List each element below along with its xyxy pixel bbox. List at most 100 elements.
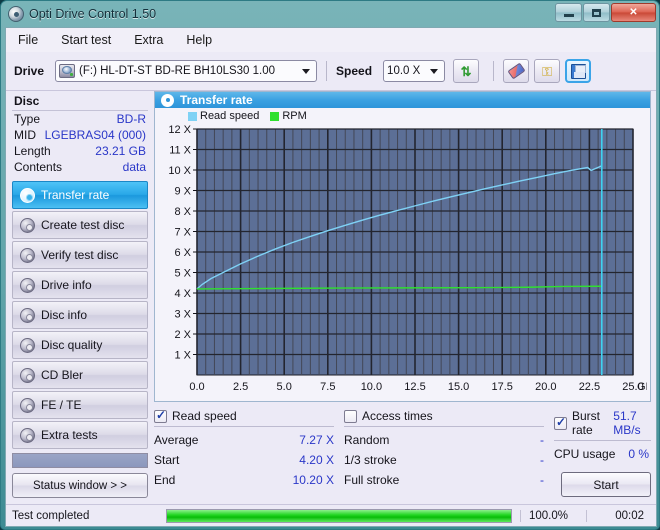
- speed-select[interactable]: 10.0 X: [383, 60, 446, 82]
- plot-area[interactable]: 1 X 2 X 3 X 4 X 5 X 6 X 7 X 8 X 9 X 10 X 11 X 12 X 0…: [155, 123, 650, 401]
- minimize-button[interactable]: [555, 3, 582, 22]
- sidebar-item-label: Extra tests: [41, 428, 98, 442]
- progress-fill: [167, 509, 511, 522]
- disc-type-value: BD-R: [116, 112, 146, 126]
- results-col-read-speed: Read speed Average 7.27 X Start 4.20 X E…: [154, 408, 334, 504]
- result-row-cpu-usage: CPU usage 0 %: [554, 444, 651, 464]
- menu-item-extra[interactable]: Extra: [131, 31, 166, 49]
- results-panel: Read speed Average 7.27 X Start 4.20 X E…: [154, 407, 651, 504]
- access-times-checkbox[interactable]: [344, 409, 357, 423]
- burst-rate-checkbox[interactable]: [554, 415, 567, 430]
- third-stroke-value: -: [540, 453, 544, 467]
- random-label: Random: [344, 433, 390, 447]
- sidebar-item-label: CD Bler: [41, 368, 84, 382]
- disc-contents-value: data: [122, 160, 146, 174]
- full-stroke-value: -: [540, 473, 544, 487]
- chart-title: Transfer rate: [180, 93, 253, 107]
- transfer-rate-plot[interactable]: 1 X 2 X 3 X 4 X 5 X 6 X 7 X 8 X 9 X 10 X 11 X 12 X 0…: [155, 123, 647, 401]
- legend-swatch-read-speed: [188, 111, 197, 121]
- svg-text:10 X: 10 X: [168, 165, 191, 177]
- disc-row-contents: Contents data: [12, 159, 148, 175]
- minimize-icon: [563, 14, 574, 17]
- sidebar-item-fe-te[interactable]: FE / TE: [12, 391, 148, 419]
- disc-row-mid: MID LGEBRAS04 (000): [12, 127, 148, 143]
- sidebar-item-label: Drive info: [41, 278, 92, 292]
- menu-item-start-test[interactable]: Start test: [58, 31, 114, 49]
- disc-icon: [20, 427, 35, 443]
- settings-button[interactable]: ⚿: [534, 59, 561, 83]
- refresh-icon: ⇅: [460, 63, 472, 79]
- client-area: File Start test Extra Help Drive (F:) HL…: [5, 27, 657, 527]
- results-col-burst-rate: Burst rate 51.7 MB/s CPU usage 0 % Start: [554, 409, 651, 504]
- svg-text:0.0: 0.0: [189, 381, 204, 393]
- result-row-average: Average 7.27 X: [154, 430, 334, 450]
- menu-item-help[interactable]: Help: [183, 31, 215, 49]
- result-row-end: End 10.20 X: [154, 470, 334, 490]
- result-row-random: Random -: [344, 430, 544, 450]
- svg-text:7 X: 7 X: [174, 227, 191, 239]
- left-panel: Disc Type BD-R MID LGEBRAS04 (000) Lengt…: [6, 91, 152, 504]
- status-window-button[interactable]: Status window > >: [12, 473, 148, 498]
- key-icon: ⚿: [542, 63, 552, 79]
- refresh-button[interactable]: ⇅: [453, 59, 480, 83]
- average-label: Average: [154, 433, 199, 447]
- sidebar-item-cd-bler[interactable]: CD Bler: [12, 361, 148, 389]
- start-label: Start: [154, 453, 180, 467]
- disc-icon: [20, 217, 35, 233]
- disc-length-label: Length: [14, 144, 51, 158]
- sidebar-item-label: Disc info: [41, 308, 88, 322]
- elapsed-time: 00:02: [586, 509, 656, 522]
- sidebar-item-extra-tests[interactable]: Extra tests: [12, 421, 148, 449]
- disc-icon: [161, 93, 174, 107]
- svg-text:2 X: 2 X: [174, 329, 191, 341]
- sidebar-item-label: Transfer rate: [41, 188, 110, 202]
- disc-icon: [20, 247, 35, 263]
- svg-text:17.5: 17.5: [491, 381, 512, 393]
- disc-icon: [20, 367, 35, 383]
- sidebar-item-disc-quality[interactable]: Disc quality: [12, 331, 148, 359]
- svg-text:2.5: 2.5: [233, 381, 248, 393]
- chart-legend: Read speed RPM: [155, 108, 650, 123]
- burst-rate-value: 51.7 MB/s: [613, 409, 641, 437]
- cpu-usage-label: CPU usage: [554, 447, 616, 461]
- sidebar-item-drive-info[interactable]: Drive info: [12, 271, 148, 299]
- third-stroke-label: 1/3 stroke: [344, 453, 397, 467]
- svg-text:22.5: 22.5: [579, 381, 600, 393]
- svg-text:8 X: 8 X: [174, 206, 191, 218]
- svg-text:4 X: 4 X: [174, 288, 191, 300]
- svg-text:9 X: 9 X: [174, 186, 191, 198]
- result-row-third-stroke: 1/3 stroke -: [344, 450, 544, 470]
- toolbar: Drive (F:) HL-DT-ST BD-RE BH10LS30 1.00 …: [6, 52, 656, 91]
- transfer-rate-card: Transfer rate Read speed RPM 1 X2 X 3 X …: [154, 91, 651, 402]
- drive-select[interactable]: (F:) HL-DT-ST BD-RE BH10LS30 1.00: [55, 60, 318, 82]
- sidebar-item-verify-test-disc[interactable]: Verify test disc: [12, 241, 148, 269]
- disc-type-label: Type: [14, 112, 41, 126]
- sidebar-item-disc-info[interactable]: Disc info: [12, 301, 148, 329]
- sidebar-item-label: Disc quality: [41, 338, 103, 352]
- chevron-down-icon: [302, 69, 311, 74]
- chevron-down-icon: [430, 69, 439, 74]
- window-controls: ✕: [555, 3, 656, 22]
- read-speed-header: Read speed: [154, 408, 334, 427]
- average-value: 7.27 X: [299, 433, 334, 447]
- svg-text:7.5: 7.5: [320, 381, 335, 393]
- random-value: -: [540, 433, 544, 447]
- start-button[interactable]: Start: [561, 472, 651, 497]
- eraser-icon: [507, 62, 526, 80]
- drive-icon: [59, 64, 76, 78]
- close-button[interactable]: ✕: [611, 3, 656, 22]
- menu-item-file[interactable]: File: [15, 31, 41, 49]
- read-speed-label: Read speed: [172, 409, 237, 423]
- drive-select-value: (F:) HL-DT-ST BD-RE BH10LS30 1.00: [79, 65, 276, 77]
- maximize-button[interactable]: [583, 3, 610, 22]
- result-row-full-stroke: Full stroke -: [344, 470, 544, 490]
- sidebar-item-create-test-disc[interactable]: Create test disc: [12, 211, 148, 239]
- sidebar-item-transfer-rate[interactable]: Transfer rate: [12, 181, 148, 209]
- erase-button[interactable]: [503, 59, 530, 83]
- svg-text:11 X: 11 X: [169, 145, 191, 157]
- legend-swatch-rpm: [270, 111, 280, 121]
- save-button[interactable]: [565, 59, 592, 83]
- chart-header: Transfer rate: [155, 92, 650, 108]
- results-col-access-times: Access times Random - 1/3 stroke - Full …: [344, 409, 544, 504]
- read-speed-checkbox[interactable]: [154, 408, 167, 423]
